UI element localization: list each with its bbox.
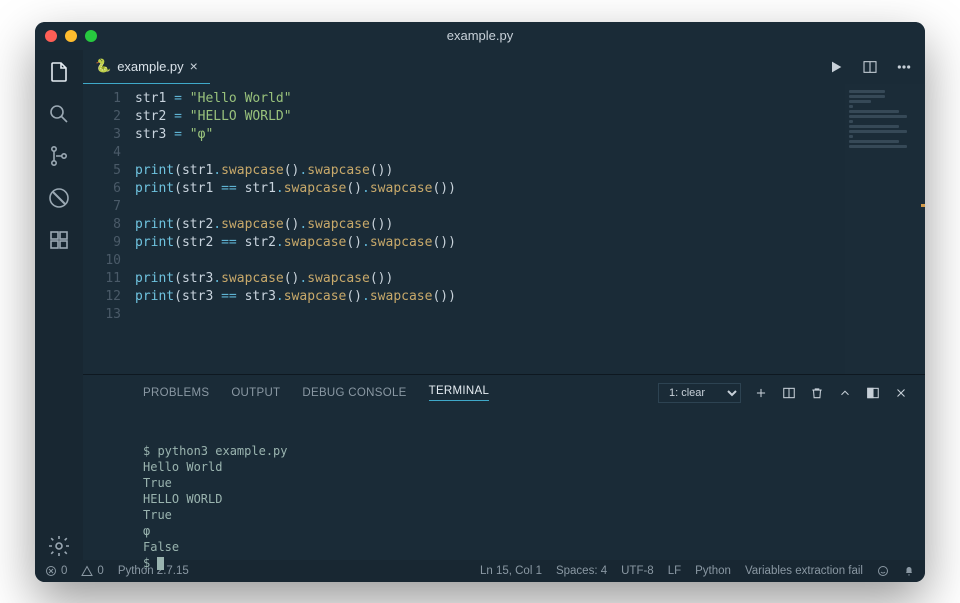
code-line[interactable]: 3str3 = "φ": [83, 126, 845, 144]
editor-tab-example[interactable]: 🐍 example.py ×: [83, 50, 210, 84]
kill-terminal-icon[interactable]: [809, 385, 825, 401]
maximize-window-button[interactable]: [85, 30, 97, 42]
settings-gear-icon[interactable]: [45, 532, 73, 560]
split-terminal-icon[interactable]: [781, 385, 797, 401]
terminal-line: True: [143, 475, 909, 491]
terminal-line: $: [143, 555, 909, 571]
minimap[interactable]: [845, 84, 925, 374]
terminal-line: False: [143, 539, 909, 555]
search-icon[interactable]: [45, 100, 73, 128]
code-line[interactable]: 4: [83, 144, 845, 162]
code-line[interactable]: 8print(str2.swapcase().swapcase()): [83, 216, 845, 234]
bottom-panel: PROBLEMS OUTPUT DEBUG CONSOLE TERMINAL 1…: [83, 374, 925, 560]
terminal-line: Hello World: [143, 459, 909, 475]
activity-bar: [35, 50, 83, 560]
source-control-icon[interactable]: [45, 142, 73, 170]
code-line[interactable]: 13: [83, 306, 845, 324]
code-line[interactable]: 11print(str3.swapcase().swapcase()): [83, 270, 845, 288]
minimize-window-button[interactable]: [65, 30, 77, 42]
terminal-line: φ: [143, 523, 909, 539]
maximize-panel-icon[interactable]: [837, 385, 853, 401]
terminal-line: $ python3 example.py: [143, 443, 909, 459]
close-window-button[interactable]: [45, 30, 57, 42]
panel-tab-output[interactable]: OUTPUT: [231, 387, 280, 399]
tab-filename: example.py: [117, 59, 183, 74]
vscode-window: example.py: [35, 22, 925, 582]
code-line[interactable]: 6print(str1 == str1.swapcase().swapcase(…: [83, 180, 845, 198]
terminal-output[interactable]: $ python3 example.pyHello WorldTrueHELLO…: [83, 407, 925, 582]
panel-tab-terminal[interactable]: TERMINAL: [429, 385, 490, 401]
python-file-icon: 🐍: [95, 58, 111, 74]
code-line[interactable]: 1str1 = "Hello World": [83, 90, 845, 108]
code-line[interactable]: 10: [83, 252, 845, 270]
split-editor-icon[interactable]: [861, 58, 879, 76]
code-line[interactable]: 5print(str1.swapcase().swapcase()): [83, 162, 845, 180]
code-line[interactable]: 7: [83, 198, 845, 216]
status-errors[interactable]: 0: [45, 565, 67, 577]
code-line[interactable]: 2str2 = "HELLO WORLD": [83, 108, 845, 126]
terminal-selector[interactable]: 1: clear: [658, 383, 741, 403]
panel-tab-problems[interactable]: PROBLEMS: [143, 387, 209, 399]
debug-icon[interactable]: [45, 184, 73, 212]
terminal-line: HELLO WORLD: [143, 491, 909, 507]
code-editor[interactable]: 1str1 = "Hello World"2str2 = "HELLO WORL…: [83, 84, 845, 374]
close-tab-icon[interactable]: ×: [190, 58, 198, 74]
run-icon[interactable]: [827, 58, 845, 76]
explorer-icon[interactable]: [45, 58, 73, 86]
code-line[interactable]: 9print(str2 == str2.swapcase().swapcase(…: [83, 234, 845, 252]
close-panel-icon[interactable]: [893, 385, 909, 401]
code-line[interactable]: 12print(str3 == str3.swapcase().swapcase…: [83, 288, 845, 306]
window-controls: [45, 30, 97, 42]
panel-tab-debug[interactable]: DEBUG CONSOLE: [302, 387, 406, 399]
window-title: example.py: [35, 28, 925, 43]
terminal-line: True: [143, 507, 909, 523]
titlebar: example.py: [35, 22, 925, 50]
new-terminal-icon[interactable]: [753, 385, 769, 401]
extensions-icon[interactable]: [45, 226, 73, 254]
toggle-panel-icon[interactable]: [865, 385, 881, 401]
tab-bar: 🐍 example.py ×: [83, 50, 925, 84]
more-actions-icon[interactable]: [895, 58, 913, 76]
